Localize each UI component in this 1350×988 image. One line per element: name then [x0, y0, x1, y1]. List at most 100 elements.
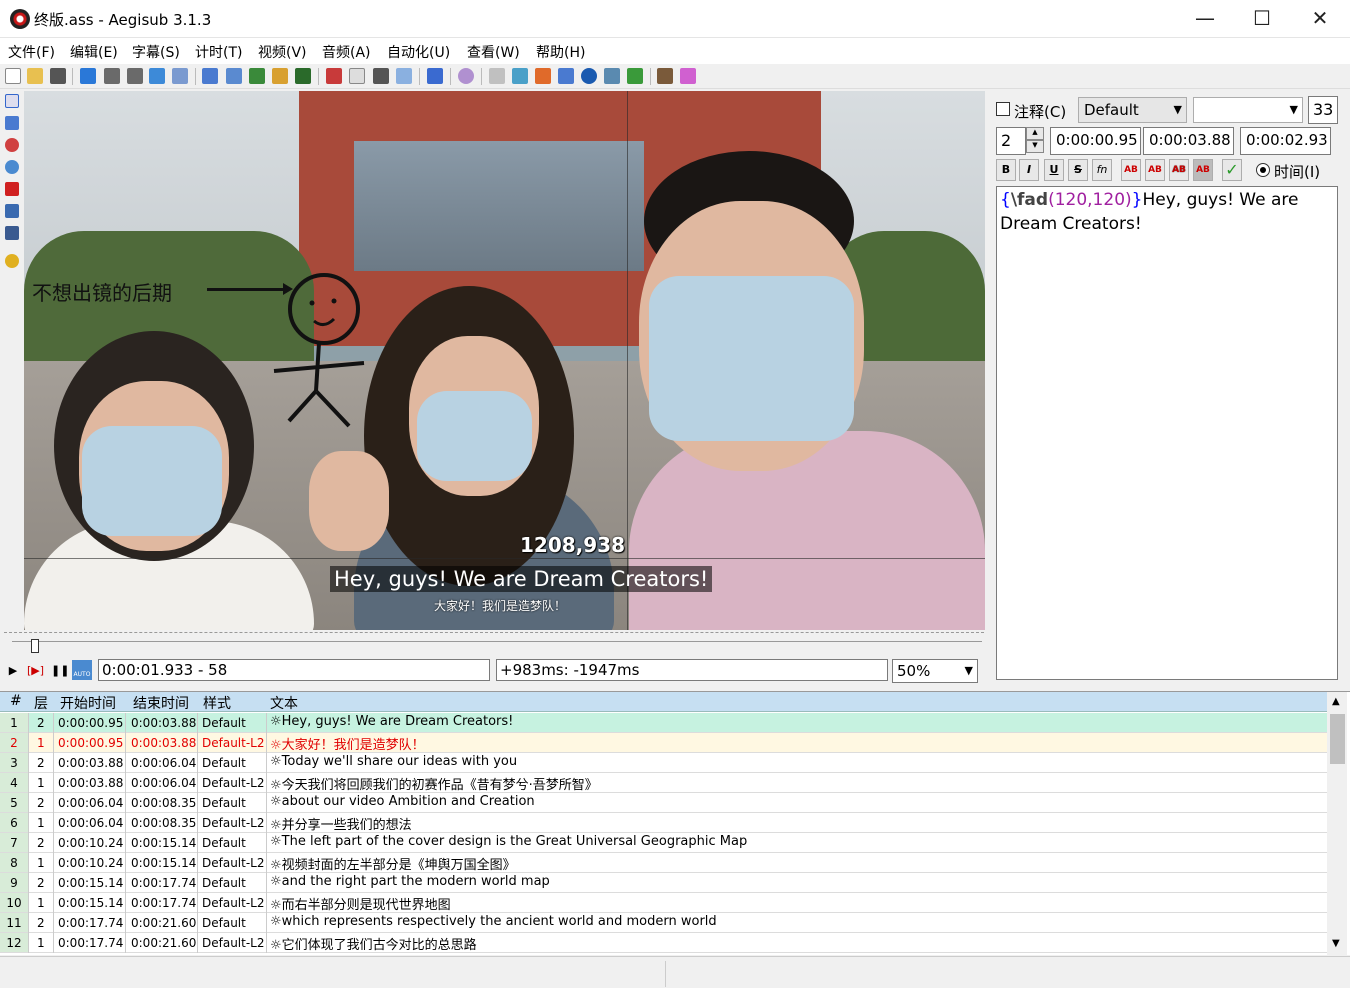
maximize-button[interactable]: ☐: [1233, 0, 1291, 38]
table-row[interactable]: 5 2 0:00:06.04 0:00:08.35 Default ☼about our …: [0, 793, 1327, 813]
table-row[interactable]: 8 1 0:00:10.24 0:00:15.14 Default-L2 ☼视频封面的左半…: [0, 853, 1327, 873]
table-row[interactable]: 3 2 0:00:03.88 0:00:06.04 Default ☼Today we'l…: [0, 753, 1327, 773]
outline-color-button[interactable]: AB: [1169, 159, 1189, 181]
pause-icon[interactable]: ❚❚: [51, 664, 69, 678]
spell-check-icon[interactable]: [604, 68, 620, 84]
menu-timing[interactable]: 计时(T): [195, 42, 242, 62]
rotate-z-icon[interactable]: [5, 138, 19, 152]
automation-icon[interactable]: [427, 68, 443, 84]
save-icon[interactable]: [50, 68, 66, 84]
comment-checkbox[interactable]: [996, 102, 1010, 116]
minimize-button[interactable]: —: [1176, 0, 1234, 38]
seek-thumb[interactable]: [31, 639, 40, 653]
commit-button[interactable]: ✓: [1222, 159, 1242, 181]
font-button[interactable]: fn: [1092, 159, 1112, 181]
video-display[interactable]: 不想出镜的后期 1208,938 Hey, guys! We are Dream…: [24, 91, 985, 630]
standard-tool-icon[interactable]: [5, 94, 19, 108]
find-icon[interactable]: [535, 68, 551, 84]
fonts-collector-icon[interactable]: [249, 68, 265, 84]
menu-help[interactable]: 帮助(H): [536, 42, 585, 62]
shadow-color-button[interactable]: AB: [1193, 159, 1213, 181]
layer-spinner[interactable]: ▲ ▼: [1026, 127, 1044, 153]
secondary-color-button[interactable]: AB: [1145, 159, 1165, 181]
actor-select[interactable]: ▼: [1193, 97, 1303, 123]
auto-scroll-toggle[interactable]: AUTO: [72, 660, 92, 680]
video-seek-bar[interactable]: [4, 632, 984, 654]
vector-clip-icon[interactable]: [5, 226, 19, 240]
duration-field[interactable]: 0:00:02.93: [1240, 127, 1331, 155]
properties-icon[interactable]: [202, 68, 218, 84]
start-time-field[interactable]: 0:00:00.95: [1050, 127, 1141, 155]
strikeout-button[interactable]: S: [1068, 159, 1088, 181]
layer-field[interactable]: 2: [996, 127, 1026, 155]
scroll-thumb[interactable]: [1330, 714, 1345, 764]
zoom-in-icon[interactable]: [104, 68, 120, 84]
menu-audio[interactable]: 音频(A): [322, 42, 371, 62]
menu-subtitle[interactable]: 字幕(S): [132, 42, 180, 62]
col-layer[interactable]: 层: [34, 693, 48, 713]
help-icon[interactable]: [5, 254, 19, 268]
subtitle-text-editor[interactable]: {\fad(120,120)}Hey, guys! We are Dream C…: [996, 186, 1338, 680]
close-button[interactable]: ✕: [1291, 0, 1349, 38]
scroll-down-icon[interactable]: ▼: [1332, 938, 1340, 949]
attachments-icon[interactable]: [226, 68, 242, 84]
new-file-icon[interactable]: [5, 68, 21, 84]
play-icon[interactable]: ▶: [6, 664, 20, 678]
table-row[interactable]: 6 1 0:00:06.04 0:00:08.35 Default-L2 ☼并分享一些我们…: [0, 813, 1327, 833]
mascot-icon[interactable]: [458, 68, 474, 84]
kanji-timer-icon[interactable]: [396, 68, 412, 84]
menu-edit[interactable]: 编辑(E): [70, 42, 118, 62]
resample-icon[interactable]: [272, 68, 288, 84]
menu-automation[interactable]: 自动化(U): [387, 42, 450, 62]
table-row[interactable]: 7 2 0:00:10.24 0:00:15.14 Default ☼The left p…: [0, 833, 1327, 853]
translation-icon[interactable]: [295, 68, 311, 84]
table-row[interactable]: 9 2 0:00:15.14 0:00:17.74 Default ☼and the ri…: [0, 873, 1327, 893]
override-tags-icon[interactable]: [680, 68, 696, 84]
table-row[interactable]: 11 2 0:00:17.74 0:00:21.60 Default ☼which rep…: [0, 913, 1327, 933]
table-row[interactable]: 10 1 0:00:15.14 0:00:17.74 Default-L2 ☼而右半部分则…: [0, 893, 1327, 913]
margin-field[interactable]: 33: [1308, 96, 1338, 124]
zoom-out-icon[interactable]: [127, 68, 143, 84]
col-text[interactable]: 文本: [270, 693, 298, 713]
menu-file[interactable]: 文件(F): [8, 42, 55, 62]
zoom-select[interactable]: 50% ▼: [892, 659, 978, 683]
table-row[interactable]: 2 1 0:00:00.95 0:00:03.88 Default-L2 ☼大家好！我们是…: [0, 733, 1327, 753]
select-lines-icon[interactable]: [512, 68, 528, 84]
time-frame-field[interactable]: 0:00:01.933 - 58: [98, 659, 490, 681]
underline-button[interactable]: U: [1044, 159, 1064, 181]
end-time-field[interactable]: 0:00:03.88: [1143, 127, 1234, 155]
clip-tool-icon[interactable]: [5, 204, 19, 218]
aegisub-app-icon[interactable]: [10, 9, 30, 29]
snap-icon[interactable]: [172, 68, 188, 84]
spin-down-icon[interactable]: ▼: [1026, 140, 1044, 153]
jump-video-icon[interactable]: [149, 68, 165, 84]
table-row[interactable]: 1 2 0:00:00.95 0:00:03.88 Default ☼Hey, guys!…: [0, 713, 1327, 733]
rotate-xy-icon[interactable]: [5, 160, 19, 174]
col-style[interactable]: 样式: [203, 693, 231, 713]
col-end[interactable]: 结束时间: [133, 693, 189, 713]
clock-icon[interactable]: [581, 68, 597, 84]
jump-to-icon[interactable]: [80, 68, 96, 84]
drag-tool-icon[interactable]: [5, 116, 19, 130]
col-number[interactable]: #: [10, 693, 22, 709]
style-select[interactable]: Default ▼: [1078, 97, 1187, 123]
tools-icon[interactable]: [657, 68, 673, 84]
shift-times-icon[interactable]: [489, 68, 505, 84]
check-icon[interactable]: [627, 68, 643, 84]
open-file-icon[interactable]: [27, 68, 43, 84]
styling-assistant-icon[interactable]: [349, 68, 365, 84]
primary-color-button[interactable]: AB: [1121, 159, 1141, 181]
scroll-up-icon[interactable]: ▲: [1332, 696, 1340, 707]
styles-manager-icon[interactable]: [326, 68, 342, 84]
table-row[interactable]: 4 1 0:00:03.88 0:00:06.04 Default-L2 ☼今天我们将回顾…: [0, 773, 1327, 793]
grid-scrollbar[interactable]: ▲ ▼: [1327, 692, 1347, 956]
spin-up-icon[interactable]: ▲: [1026, 127, 1044, 140]
replace-icon[interactable]: [558, 68, 574, 84]
timing-postprocessor-icon[interactable]: [373, 68, 389, 84]
play-line-icon[interactable]: [▶]: [27, 664, 44, 678]
menu-video[interactable]: 视频(V): [258, 42, 307, 62]
time-mode-radio[interactable]: [1256, 163, 1270, 177]
scale-tool-icon[interactable]: [5, 182, 19, 196]
table-row[interactable]: 12 1 0:00:17.74 0:00:21.60 Default-L2 ☼它们体现了我…: [0, 933, 1327, 953]
col-start[interactable]: 开始时间: [60, 693, 116, 713]
